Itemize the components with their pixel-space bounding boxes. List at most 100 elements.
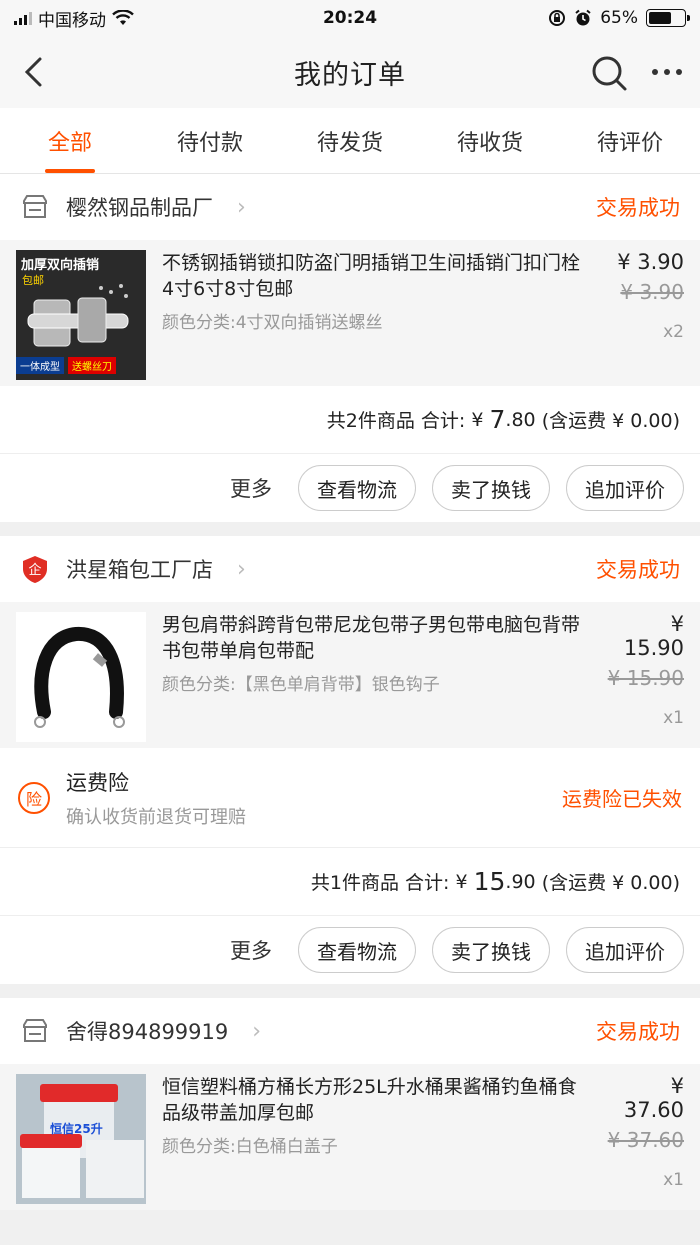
total-label: 合计:	[405, 872, 450, 894]
item-original-price: ¥ 15.90	[607, 666, 684, 690]
chevron-right-icon: ›	[252, 1018, 262, 1044]
total-currency: ¥	[455, 870, 468, 893]
item-info: 男包肩带斜跨背包带尼龙包带子男包带电脑包背带书包带单肩包带配 颜色分类:【黑色单…	[146, 612, 604, 738]
shipping-insurance-row[interactable]: 险 运费险 确认收货前退货可理赔 运费险已失效	[0, 748, 700, 848]
order-card: 舍得894899919 › 交易成功 恒信25升 恒信塑料桶方桶长方形25L升水…	[0, 998, 700, 1210]
shop-row[interactable]: 舍得894899919 › 交易成功	[0, 998, 700, 1064]
item-price: ¥ 37.60	[623, 1074, 684, 1122]
item-price: ¥ 3.90	[617, 250, 684, 274]
total-integer: 7	[489, 405, 506, 434]
item-spec: 颜色分类:白色桶白盖子	[162, 1137, 338, 1157]
nav-bar: 我的订单	[0, 36, 700, 108]
order-item[interactable]: 加厚双向插销 包邮 一体成型 送螺丝刀 不锈钢插销锁扣防盗门明插销卫生间插销门扣…	[0, 240, 700, 386]
product-image-label: 一体成型	[16, 357, 64, 374]
resell-button[interactable]: 卖了换钱	[432, 465, 550, 511]
action-row: 更多 查看物流 卖了换钱 追加评价	[0, 454, 700, 522]
item-count: 共2件商品	[326, 410, 415, 432]
shop-row[interactable]: 企 洪星箱包工厂店 › 交易成功	[0, 536, 700, 602]
order-status: 交易成功	[596, 558, 680, 582]
insurance-text: 运费险 确认收货前退货可理赔	[66, 767, 246, 829]
tab-label: 待收货	[456, 130, 523, 156]
resell-button[interactable]: 卖了换钱	[432, 927, 550, 973]
item-count: 共1件商品	[310, 872, 399, 894]
tab-all[interactable]: 全部	[0, 108, 140, 173]
battery-percent: 65%	[600, 8, 638, 28]
more-button[interactable]: 更多	[230, 473, 272, 503]
alarm-icon	[575, 9, 591, 26]
item-price: ¥ 15.90	[623, 612, 684, 660]
item-original-price: ¥ 3.90	[620, 280, 684, 304]
total-integer: 15	[473, 867, 506, 896]
insurance-subtitle: 确认收货前退货可理赔	[66, 806, 246, 828]
product-image-footer: 一体成型 送螺丝刀	[16, 357, 146, 374]
signal-icon	[14, 11, 32, 25]
item-title: 恒信塑料桶方桶长方形25L升水桶果酱桶钓鱼桶食品级带盖加厚包邮	[162, 1076, 577, 1124]
item-info: 恒信塑料桶方桶长方形25L升水桶果酱桶钓鱼桶食品级带盖加厚包邮 颜色分类:白色桶…	[146, 1074, 604, 1200]
shop-icon	[23, 1019, 47, 1042]
shipping-fee: (含运费 ¥ 0.00)	[541, 872, 680, 894]
back-icon[interactable]	[20, 56, 50, 88]
shop-row[interactable]: 樱然钢品制品厂 › 交易成功	[0, 174, 700, 240]
tab-active-indicator	[45, 169, 95, 173]
shop-info: 舍得894899919 ›	[20, 1016, 261, 1046]
carrier-label: 中国移动	[38, 10, 106, 31]
total-label: 合计:	[420, 410, 466, 432]
status-bar: 中国移动 20:24 65%	[0, 0, 700, 36]
wifi-icon	[112, 10, 134, 25]
item-quantity: x1	[663, 1170, 684, 1190]
shop-icon	[23, 195, 47, 218]
shop-info: 企 洪星箱包工厂店 ›	[20, 554, 246, 584]
tab-to-ship[interactable]: 待发货	[280, 108, 420, 173]
order-item[interactable]: 恒信25升 恒信塑料桶方桶长方形25L升水桶果酱桶钓鱼桶食品级带盖加厚包邮 颜色…	[0, 1064, 700, 1210]
tab-label: 待发货	[316, 130, 383, 156]
item-title: 男包肩带斜跨背包带尼龙包带子男包带电脑包背带书包带单肩包带配	[162, 614, 581, 662]
tab-label: 待评价	[596, 130, 663, 156]
action-row: 更多 查看物流 卖了换钱 追加评价	[0, 916, 700, 984]
insurance-info: 险 运费险 确认收货前退货可理赔	[18, 767, 246, 829]
product-image-caption: 恒信25升	[50, 1122, 103, 1136]
shipping-fee: (含运费 ¥ 0.00)	[541, 410, 680, 432]
total-currency: ¥	[471, 408, 484, 431]
status-time: 20:24	[322, 8, 378, 28]
tab-to-receive[interactable]: 待收货	[420, 108, 560, 173]
item-info: 不锈钢插销锁扣防盗门明插销卫生间插销门扣门栓 4寸6寸8寸包邮 颜色分类:4寸双…	[146, 250, 604, 376]
product-image	[16, 612, 146, 742]
tab-label: 全部	[47, 130, 92, 156]
product-image: 加厚双向插销 包邮 一体成型 送螺丝刀	[16, 250, 146, 380]
total-decimal: .90	[505, 870, 536, 893]
order-status: 交易成功	[596, 1020, 680, 1044]
item-original-price: ¥ 37.60	[607, 1128, 684, 1152]
item-spec: 颜色分类:4寸双向插销送螺丝	[162, 313, 383, 333]
add-review-button[interactable]: 追加评价	[566, 465, 684, 511]
total-decimal: .80	[505, 408, 536, 431]
chevron-right-icon: ›	[237, 194, 246, 220]
order-card: 企 洪星箱包工厂店 › 交易成功 男包肩带斜跨背包带尼龙包带子男包带电脑包背带书…	[0, 536, 700, 984]
insurance-icon: 险	[18, 781, 50, 814]
plastic-bucket-illustration	[16, 1074, 146, 1204]
item-quantity: x1	[663, 708, 684, 728]
enterprise-badge-text: 企	[28, 562, 41, 578]
item-price-col: ¥ 3.90 ¥ 3.90 x2	[604, 250, 684, 376]
more-icon[interactable]	[652, 69, 682, 75]
order-total: 共1件商品 合计: ¥ 15.90 (含运费 ¥ 0.00)	[0, 848, 700, 916]
more-button[interactable]: 更多	[230, 935, 272, 965]
tab-to-review[interactable]: 待评价	[560, 108, 700, 173]
item-spec: 颜色分类:【黑色单肩背带】银色钩子	[162, 675, 440, 695]
order-item[interactable]: 男包肩带斜跨背包带尼龙包带子男包带电脑包背带书包带单肩包带配 颜色分类:【黑色单…	[0, 602, 700, 748]
status-right: 65%	[548, 8, 690, 28]
tab-to-pay[interactable]: 待付款	[140, 108, 280, 173]
shop-name: 舍得894899919	[66, 1020, 229, 1044]
item-title: 不锈钢插销锁扣防盗门明插销卫生间插销门扣门栓 4寸6寸8寸包邮	[162, 252, 581, 300]
item-price-col: ¥ 15.90 ¥ 15.90 x1	[604, 612, 684, 738]
order-status: 交易成功	[596, 196, 680, 220]
search-icon[interactable]	[590, 54, 628, 92]
shop-info: 樱然钢品制品厂 ›	[20, 192, 246, 222]
view-logistics-button[interactable]: 查看物流	[298, 465, 416, 511]
view-logistics-button[interactable]: 查看物流	[298, 927, 416, 973]
door-bolt-illustration	[27, 284, 129, 347]
rotation-lock-icon	[549, 10, 566, 26]
product-image: 恒信25升	[16, 1074, 146, 1204]
order-tabs: 全部 待付款 待发货 待收货 待评价	[0, 108, 700, 174]
add-review-button[interactable]: 追加评价	[566, 927, 684, 973]
item-price-col: ¥ 37.60 ¥ 37.60 x1	[604, 1074, 684, 1200]
